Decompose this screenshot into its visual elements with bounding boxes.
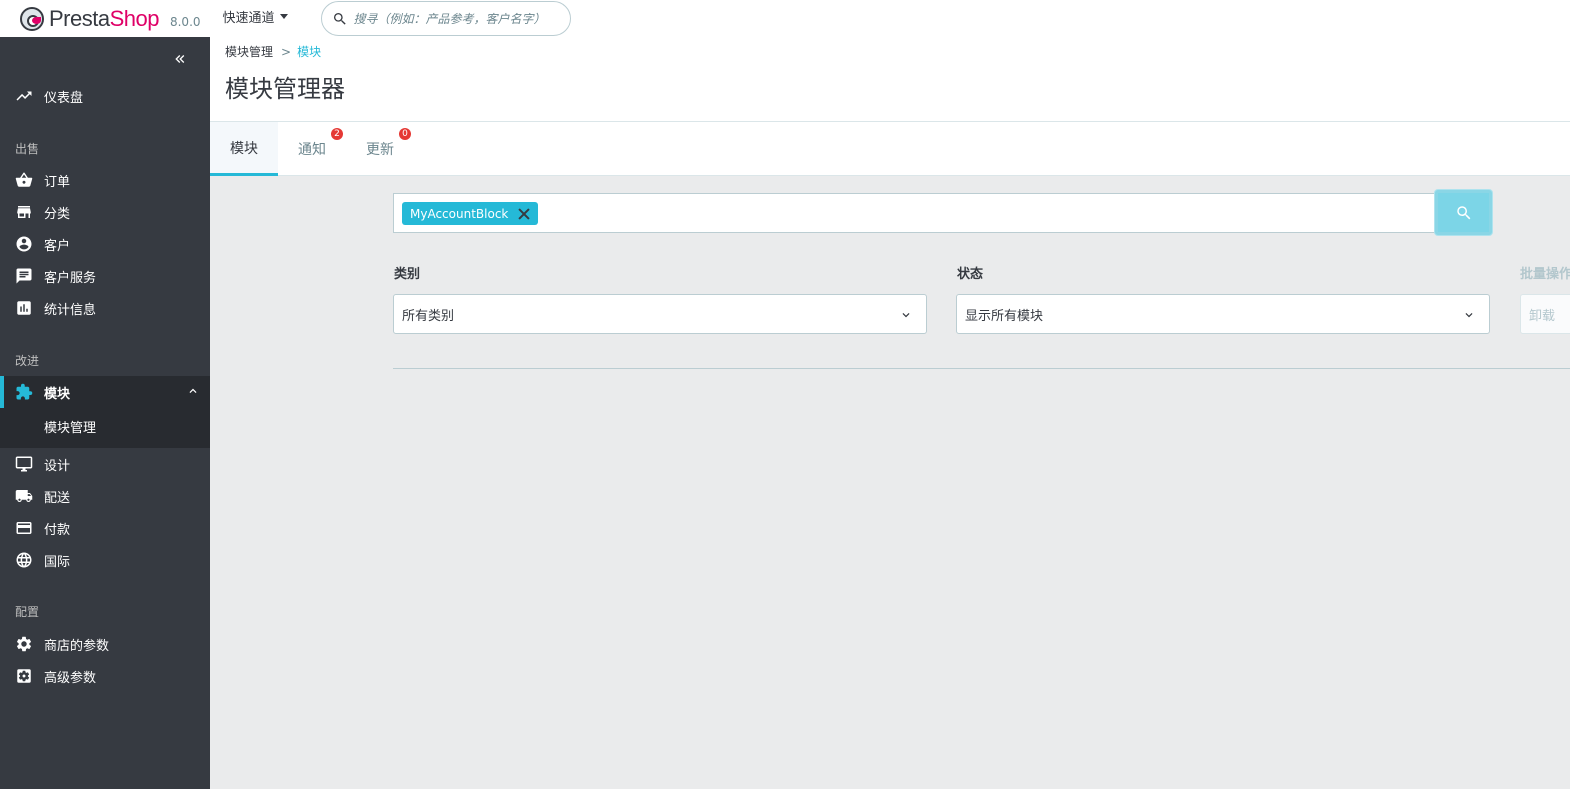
sidebar-item-stats[interactable]: 统计信息 <box>0 292 210 324</box>
status-label: 状态 <box>957 267 984 282</box>
account-circle-icon <box>15 235 33 253</box>
quick-access-dropdown[interactable]: 快速通道 <box>223 7 288 26</box>
module-search-button[interactable] <box>1435 190 1492 235</box>
chevron-down-icon <box>898 308 914 326</box>
section-configure: 配置 <box>15 605 40 619</box>
tab-label: 模块 <box>230 140 258 157</box>
sidebar-item-dashboard[interactable]: 仪表盘 <box>0 80 210 112</box>
breadcrumb-current[interactable]: 模块 <box>297 43 321 60</box>
sidebar-item-label: 客户服务 <box>44 270 97 286</box>
sidebar-item-label: 商店的参数 <box>44 638 110 654</box>
credit-card-icon <box>15 519 33 537</box>
divider <box>393 368 1570 369</box>
sidebar-item-shipping[interactable]: 配送 <box>0 480 210 512</box>
prestashop-logo[interactable]: PrestaShop <box>20 6 159 32</box>
desktop-icon <box>15 455 33 473</box>
bulk-actions-value: 卸载 <box>1529 308 1556 324</box>
page-header: 模块管理 > 模块 模块管理器 <box>210 37 1570 122</box>
sidebar-item-orders[interactable]: 订单 <box>0 164 210 196</box>
sidebar-item-international[interactable]: 国际 <box>0 544 210 576</box>
sidebar-item-label: 高级参数 <box>44 670 97 686</box>
sidebar-item-modules[interactable]: 模块 <box>0 376 210 408</box>
search-icon <box>333 12 346 25</box>
sidebar-subitem-module-manager[interactable]: 模块管理 <box>44 417 96 436</box>
sidebar-item-label: 订单 <box>44 174 71 190</box>
module-search-input[interactable]: MyAccountBlock <box>393 193 1437 233</box>
category-select-value: 所有类别 <box>402 308 455 324</box>
bulk-actions-select[interactable]: 卸载 <box>1520 294 1570 334</box>
page-title: 模块管理器 <box>225 75 345 103</box>
tabs-bar: 模块 通知 2 更新 0 <box>210 122 1570 176</box>
version-label: 8.0.0 <box>169 14 201 29</box>
breadcrumb-parent[interactable]: 模块管理 <box>225 43 273 60</box>
sidebar-item-label: 配送 <box>44 490 71 506</box>
tab-notifications[interactable]: 通知 2 <box>278 122 346 176</box>
sidebar-item-customer-service[interactable]: 客户服务 <box>0 260 210 292</box>
header-search[interactable] <box>320 1 571 36</box>
sidebar-item-design[interactable]: 设计 <box>0 448 210 480</box>
sidebar-item-label: 分类 <box>44 206 71 222</box>
settings-applications-icon <box>15 667 33 685</box>
sidebar-item-label: 客户 <box>44 238 71 254</box>
sidebar-item-label: 设计 <box>44 458 71 474</box>
assessment-icon <box>15 299 33 317</box>
search-tag-label: MyAccountBlock <box>410 206 509 221</box>
search-tag: MyAccountBlock <box>402 202 539 225</box>
remove-tag-icon[interactable] <box>518 208 530 220</box>
breadcrumb-separator: > <box>281 44 292 59</box>
tab-label: 通知 <box>298 142 326 158</box>
breadcrumb: 模块管理 > 模块 <box>225 43 321 60</box>
sidebar-item-label: 统计信息 <box>44 302 97 318</box>
update-count-badge: 0 <box>399 128 411 140</box>
sidebar-item-customers[interactable]: 客户 <box>0 228 210 260</box>
tab-updates[interactable]: 更新 0 <box>346 122 414 176</box>
sidebar-item-catalog[interactable]: 分类 <box>0 196 210 228</box>
tab-modules[interactable]: 模块 <box>210 122 278 176</box>
quick-access-label: 快速通道 <box>222 11 275 26</box>
sidebar: 仪表盘 出售 订单 分类 客户 客户服务 统计信息 改进 模块 模块管理 设计 … <box>0 37 210 789</box>
puzzle-icon <box>15 383 33 401</box>
section-sell: 出售 <box>15 142 40 156</box>
top-header: PrestaShop 8.0.0 快速通道 <box>0 0 1570 37</box>
sidebar-item-label: 模块 <box>44 386 71 402</box>
caret-down-icon <box>279 14 288 19</box>
truck-icon <box>15 487 33 505</box>
collapse-sidebar-icon[interactable] <box>172 51 192 67</box>
logo-icon <box>20 6 44 31</box>
gear-icon <box>15 635 33 653</box>
status-select-value: 显示所有模块 <box>965 308 1044 324</box>
sidebar-item-label: 付款 <box>44 522 71 538</box>
chevron-down-icon <box>1461 308 1477 326</box>
bulk-actions-label: 批量操作 <box>1520 267 1570 282</box>
category-select[interactable]: 所有类别 <box>393 294 927 334</box>
sidebar-item-advanced-params[interactable]: 高级参数 <box>0 660 210 692</box>
store-icon <box>15 203 33 221</box>
trending-up-icon <box>15 87 33 105</box>
modules-submenu: 模块管理 <box>0 408 210 448</box>
header-search-input[interactable] <box>353 11 554 26</box>
tab-label: 更新 <box>366 142 394 158</box>
notification-count-badge: 2 <box>331 128 343 140</box>
logo-text: PrestaShop <box>49 5 159 31</box>
status-select[interactable]: 显示所有模块 <box>956 294 1490 334</box>
section-improve: 改进 <box>15 354 40 368</box>
category-label: 类别 <box>394 267 421 282</box>
sidebar-item-label: 仪表盘 <box>44 90 84 106</box>
sidebar-item-payment[interactable]: 付款 <box>0 512 210 544</box>
sidebar-item-label: 国际 <box>44 554 71 570</box>
sidebar-item-shop-params[interactable]: 商店的参数 <box>0 628 210 660</box>
globe-icon <box>15 551 33 569</box>
search-icon <box>1456 205 1470 219</box>
chevron-up-icon <box>186 384 200 402</box>
chat-icon <box>15 267 33 285</box>
basket-icon <box>15 171 33 189</box>
